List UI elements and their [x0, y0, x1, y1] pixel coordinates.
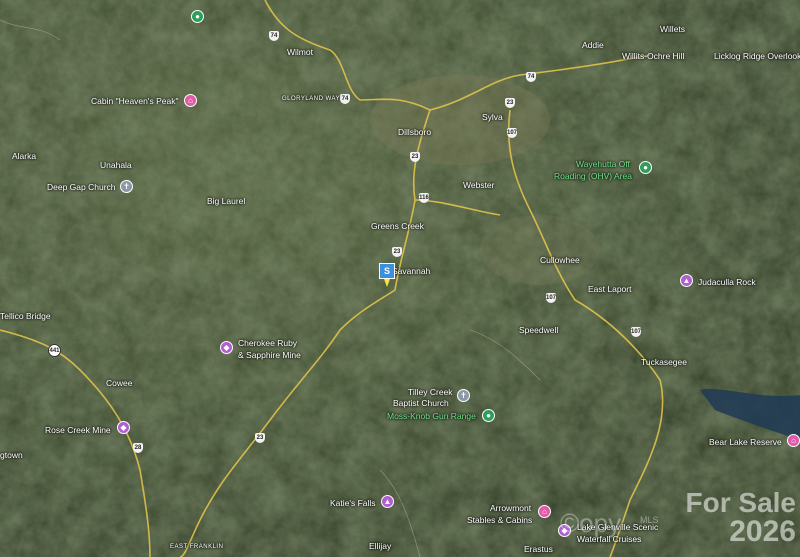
- poi-label[interactable]: Wayehutta Off: [576, 160, 630, 169]
- town-label[interactable]: Cowee: [106, 379, 132, 388]
- poi-label[interactable]: Arrowmont: [490, 504, 531, 513]
- route-shield: 23: [255, 433, 265, 443]
- route-shield: 23: [505, 98, 515, 108]
- subject-marker-pointer: [384, 279, 390, 287]
- town-label[interactable]: Alarka: [12, 152, 36, 161]
- town-label[interactable]: Savannah: [392, 267, 430, 276]
- attraction-icon[interactable]: ◆: [220, 341, 233, 354]
- route-shield: 23: [392, 247, 402, 257]
- town-label[interactable]: Unahala: [100, 161, 132, 170]
- town-label[interactable]: Willets: [660, 25, 685, 34]
- poi-label[interactable]: Roading (OHV) Area: [554, 172, 632, 181]
- town-label[interactable]: Wilmot: [287, 48, 313, 57]
- lodging-icon[interactable]: ⌂: [184, 94, 197, 107]
- attraction-icon[interactable]: ◆: [117, 421, 130, 434]
- lodging-icon[interactable]: ⌂: [538, 505, 551, 518]
- town-label[interactable]: Greens Creek: [371, 222, 424, 231]
- poi-label[interactable]: Deep Gap Church: [47, 183, 116, 192]
- town-label[interactable]: Ellijay: [369, 542, 391, 551]
- route-shield: 23: [410, 152, 420, 162]
- poi-label[interactable]: Katie's Falls: [330, 499, 376, 508]
- town-label[interactable]: gtown: [0, 451, 23, 460]
- landmark-icon[interactable]: ▲: [680, 274, 693, 287]
- town-label[interactable]: Bear Lake Reserve: [709, 438, 782, 447]
- poi-label[interactable]: Cherokee Ruby: [238, 339, 297, 348]
- poi-label[interactable]: Baptist Church: [393, 399, 449, 408]
- poi-label[interactable]: & Sapphire Mine: [238, 351, 301, 360]
- area-label: EAST FRANKLIN: [170, 544, 224, 550]
- for-sale-watermark: For Sale 2026: [686, 489, 796, 547]
- town-label[interactable]: Erastus: [524, 545, 553, 554]
- church-icon[interactable]: ✝: [457, 389, 470, 402]
- poi-label[interactable]: Moss-Knob Gun Range: [387, 412, 476, 421]
- route-shield: 74: [340, 94, 350, 104]
- town-label[interactable]: Addie: [582, 41, 604, 50]
- town-label[interactable]: Big Laurel: [207, 197, 245, 206]
- lodging-icon[interactable]: ⌂: [787, 434, 800, 447]
- town-label[interactable]: Speedwell: [519, 326, 558, 335]
- poi-label[interactable]: Tilley Creek: [408, 388, 453, 397]
- town-label[interactable]: Tuckasegee: [641, 358, 687, 367]
- route-shield: 441: [48, 344, 61, 357]
- town-label[interactable]: Licklog Ridge Overlook: [714, 52, 800, 61]
- route-shield: 107: [507, 128, 518, 138]
- route-shield: 116: [419, 193, 429, 203]
- route-shield: 28: [133, 443, 143, 453]
- poi-label[interactable]: Cabin "Heaven's Peak": [91, 97, 179, 106]
- route-shield: 107: [631, 327, 642, 337]
- church-icon[interactable]: ✝: [120, 180, 133, 193]
- town-label[interactable]: Rose Creek Mine: [45, 426, 111, 435]
- poi-label[interactable]: Judaculla Rock: [698, 278, 756, 287]
- town-label[interactable]: Sylva: [482, 113, 503, 122]
- poi-label[interactable]: Stables & Cabins: [467, 516, 532, 525]
- watermark-copy: ©opy: [560, 508, 622, 538]
- watermark-mls: MLS: [640, 515, 659, 525]
- park-icon[interactable]: ●: [482, 409, 495, 422]
- subject-property-marker[interactable]: S: [379, 263, 395, 279]
- watermark-line2: 2026: [729, 515, 796, 548]
- route-shield: 74: [269, 31, 279, 41]
- park-icon[interactable]: ●: [191, 10, 204, 23]
- watermark-line1: For Sale: [685, 487, 796, 518]
- route-shield: 74: [526, 72, 536, 82]
- town-label[interactable]: Cullowhee: [540, 256, 580, 265]
- town-label[interactable]: Willits-Ochre Hill: [622, 52, 684, 61]
- town-label[interactable]: Tellico Bridge: [0, 312, 51, 321]
- park-icon[interactable]: ●: [639, 161, 652, 174]
- town-label[interactable]: Webster: [463, 181, 495, 190]
- route-shield: 107: [546, 293, 557, 303]
- area-label: GLORYLAND WAY: [282, 96, 341, 102]
- town-label[interactable]: East Laport: [588, 285, 631, 294]
- landmark-icon[interactable]: ▲: [381, 495, 394, 508]
- town-label[interactable]: Dillsboro: [398, 128, 431, 137]
